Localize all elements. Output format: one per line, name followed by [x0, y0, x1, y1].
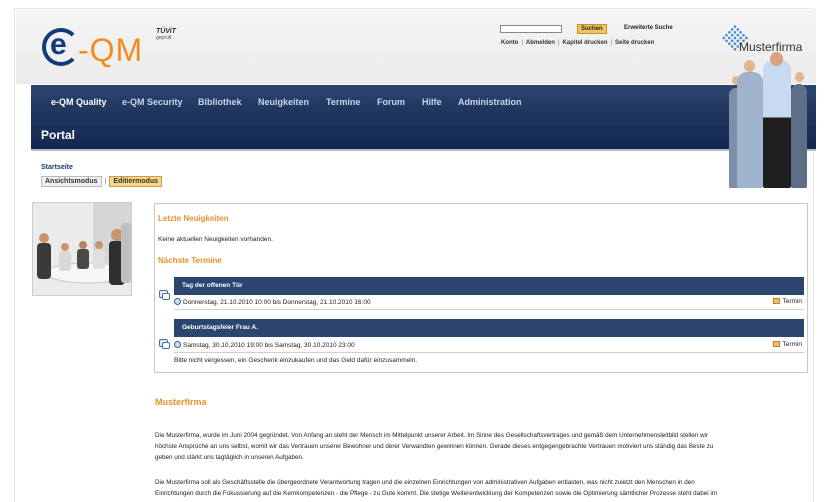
calendar-link-icon[interactable]	[159, 339, 170, 349]
eqm-logo[interactable]: e -QM	[36, 22, 146, 72]
termin-label: Termin	[782, 298, 802, 305]
logout-link[interactable]: Abmelden	[526, 40, 555, 46]
tuev-label: TÜViT	[156, 28, 176, 35]
paragraph-line: Die Musterfirma soll als Geschäftsstelle…	[155, 479, 695, 486]
header: e -QM TÜViT geprüft	[16, 10, 816, 84]
separator: |	[521, 40, 523, 46]
search-input[interactable]	[500, 25, 562, 33]
calendar-link-icon[interactable]	[159, 290, 170, 300]
paragraph-line: geben und stärkt uns tagtäglich in unser…	[155, 454, 304, 461]
view-mode-button[interactable]: Ansichtsmodus	[41, 176, 102, 187]
news-heading: Letzte Neuigkeiten	[158, 214, 229, 223]
clock-icon	[174, 341, 181, 348]
nav-hilfe[interactable]: Hilfe	[422, 97, 442, 107]
meeting-illustration	[33, 203, 131, 295]
advanced-search-link[interactable]: Erweiterte Suche	[624, 25, 673, 31]
termin-tag[interactable]: Termin	[773, 341, 802, 348]
termin-icon	[773, 341, 781, 347]
nav-eqm-security[interactable]: e-QM Security	[122, 97, 183, 107]
tuev-badge: TÜViT geprüft	[156, 28, 176, 41]
paragraph-line: Einrichtungen durch die Fokussierung auf…	[155, 490, 717, 497]
separator: |	[557, 40, 560, 46]
firm-paragraph-1: Die Musterfirma, wurde im Juni 2004 gegr…	[155, 430, 810, 463]
firm-heading: Musterfirma	[155, 397, 207, 407]
event-note: Bitte nicht vergessen, ein Geschenk einz…	[174, 357, 418, 364]
print-chapter-link[interactable]: Kapitel drucken	[562, 40, 607, 46]
account-link[interactable]: Konto	[501, 40, 518, 46]
nav-forum[interactable]: Forum	[377, 97, 405, 107]
breadcrumb[interactable]: Startseite	[41, 164, 73, 171]
clock-icon	[174, 298, 181, 305]
event-title: Tag der offenen Tür	[182, 282, 243, 289]
nav-administration[interactable]: Administration	[458, 97, 522, 107]
paragraph-line: Die Musterfirma, wurde im Juni 2004 gegr…	[155, 432, 709, 439]
logo-e-letter: e	[50, 28, 67, 61]
event-date: Samstag, 30.10.2010 19:00 bis Samstag, 3…	[183, 342, 355, 349]
person-head	[770, 52, 783, 66]
page-title: Portal	[41, 128, 76, 142]
person-figure	[763, 60, 791, 188]
logo-qm-text: -QM	[78, 32, 144, 68]
nav-bibliothek[interactable]: Bibliothek	[198, 97, 242, 107]
main-nav: e-QM Quality e-QM Security Bibliothek Ne…	[31, 85, 816, 121]
top-links: Konto | Abmelden | Kapitel drucken | Seite dru…	[500, 40, 655, 46]
event-date: Donnerstag, 21.10.2010 10:00 bis Donners…	[183, 299, 371, 306]
paragraph-line: höchste Ansprüche an uns selbst, womit w…	[155, 443, 714, 450]
print-page-link[interactable]: Seite drucken	[615, 40, 654, 46]
news-empty-text: Keine aktuellen Neuigkeiten vorhanden.	[158, 236, 273, 243]
separator: |	[610, 40, 613, 46]
separator: |	[104, 178, 107, 185]
people-image	[727, 52, 815, 188]
termin-icon	[773, 298, 781, 304]
firm-paragraph-2: Die Musterfirma soll als Geschäftsstelle…	[155, 477, 810, 499]
event-date-row: Donnerstag, 21.10.2010 10:00 bis Donners…	[174, 298, 804, 310]
edit-mode-button[interactable]: Editiermodus	[109, 176, 163, 187]
event-title: Geburtstagsfeier Frau A.	[182, 324, 258, 331]
mode-switch: Ansichtsmodus | Editiermodus	[41, 176, 163, 187]
event-date-row: Samstag, 30.10.2010 19:00 bis Samstag, 3…	[174, 341, 804, 353]
nav-termine[interactable]: Termine	[326, 97, 360, 107]
person-figure	[737, 72, 763, 188]
person-head	[744, 60, 755, 72]
search-button[interactable]: Suchen	[577, 24, 607, 34]
event-title-bar[interactable]: Geburtstagsfeier Frau A.	[174, 319, 804, 337]
portal-bar: Portal	[31, 121, 816, 149]
event-title-bar[interactable]: Tag der offenen Tür	[174, 277, 804, 295]
nav-eqm-quality[interactable]: e-QM Quality	[51, 97, 107, 107]
tuev-sub: geprüft	[156, 35, 172, 41]
person-head	[795, 72, 804, 82]
events-heading: Nächste Termine	[158, 256, 222, 265]
divider	[31, 149, 816, 151]
person-figure	[791, 84, 807, 188]
termin-tag[interactable]: Termin	[773, 298, 802, 305]
meeting-photo	[32, 202, 132, 296]
termin-label: Termin	[782, 341, 802, 348]
nav-neuigkeiten[interactable]: Neuigkeiten	[258, 97, 309, 107]
